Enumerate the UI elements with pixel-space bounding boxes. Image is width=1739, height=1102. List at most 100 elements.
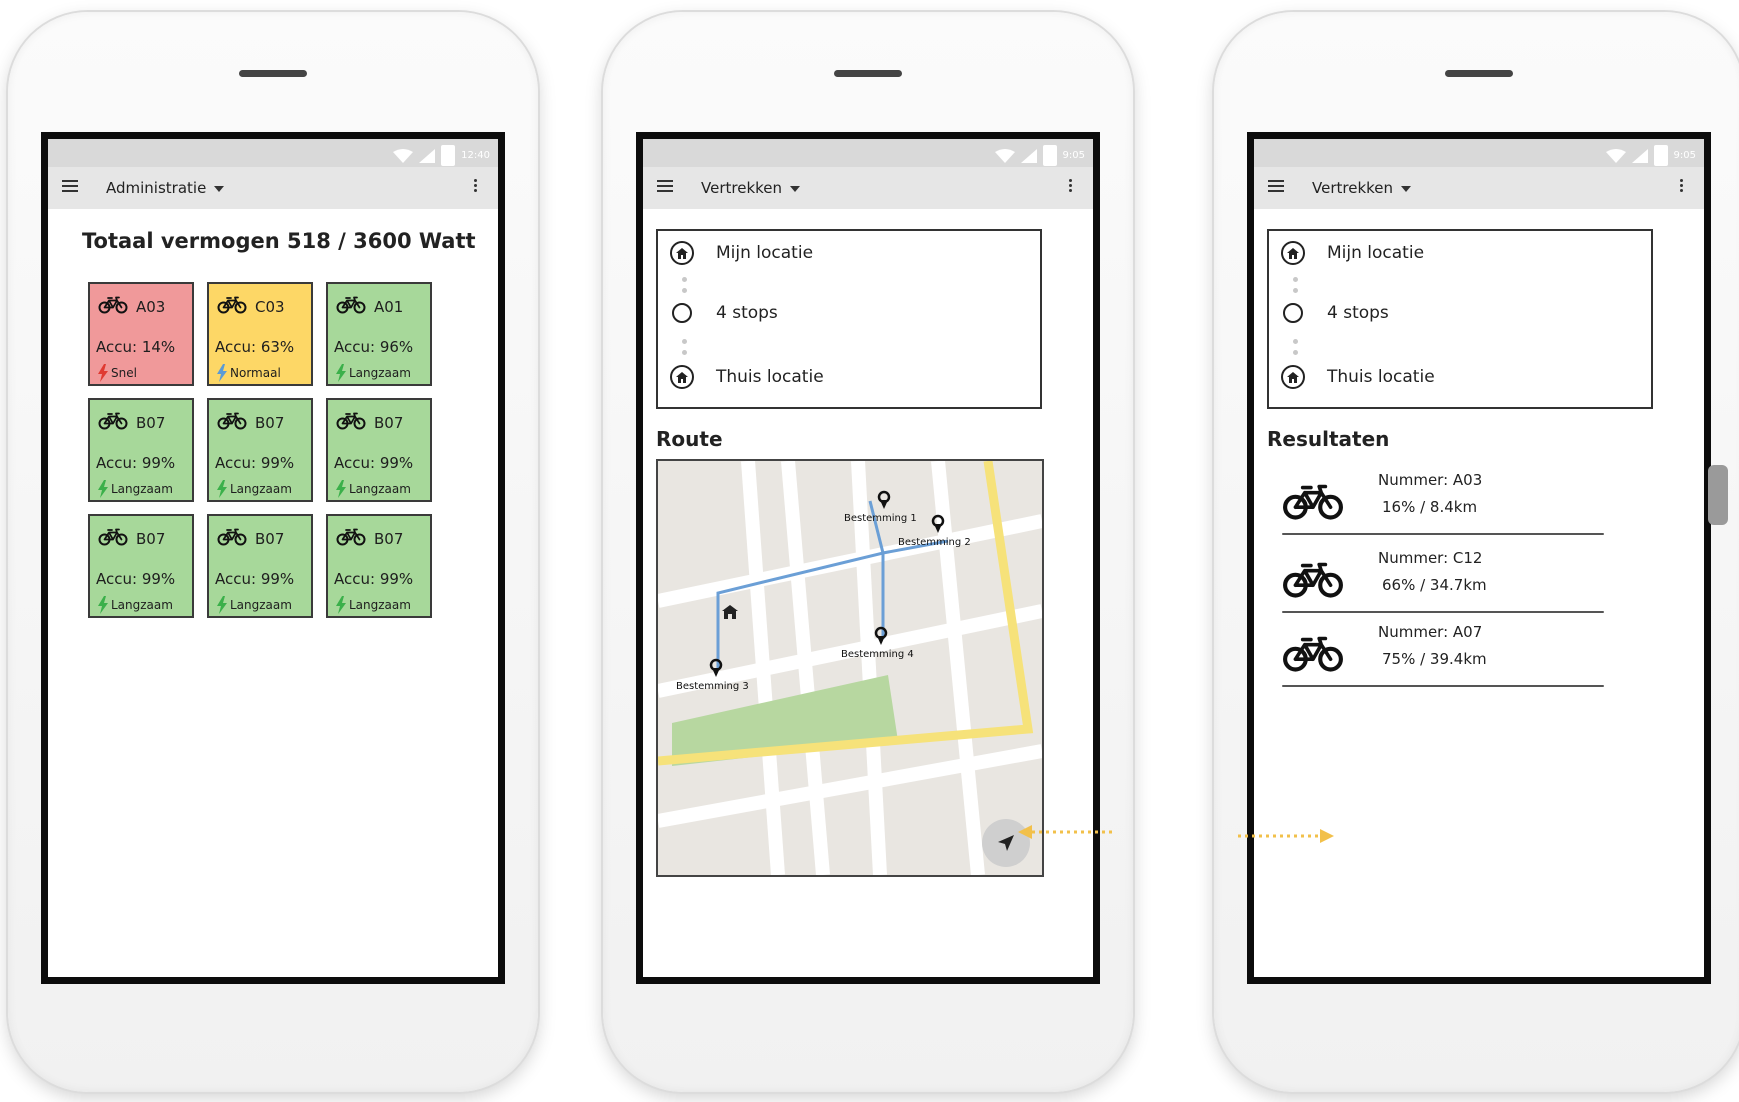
more-options-icon[interactable] [1680,179,1684,194]
lightning-bolt-icon [217,596,227,614]
bike-id: B07 [374,530,404,548]
charge-speed: Langzaam [111,482,173,496]
route-dots [1293,277,1298,299]
app-bar: Vertrekken [643,167,1093,209]
route-map[interactable]: Bestemming 1 Bestemming 2 Bestemming 3 B… [656,459,1044,877]
charge-speed: Langzaam [230,482,292,496]
bike-tile[interactable]: C03 Accu: 63% Normaal [207,282,313,386]
menu-title: Vertrekken [701,179,783,197]
hamburger-menu-icon[interactable] [62,180,78,193]
phone-vertrekken-route: 9:05 Vertrekken Mijn locatie 4 stops Thu… [603,12,1133,1092]
hamburger-menu-icon[interactable] [1268,180,1284,193]
more-options-icon[interactable] [1069,179,1073,194]
home-icon [670,241,694,265]
signal-icon [1631,148,1648,163]
stop-middle-label: 4 stops [716,303,778,323]
bike-id: C03 [255,298,285,316]
status-bar: 12:40 [48,139,498,167]
battery-level: Accu: 96% [334,338,414,356]
charge-speed: Snel [111,366,137,380]
bike-id: B07 [255,414,285,432]
stop-middle-label: 4 stops [1327,303,1389,323]
phone-side-button [1708,465,1728,525]
battery-level: Accu: 99% [334,570,414,588]
route-dots [682,339,687,361]
bike-grid: A03 Accu: 14% Snel C03 Accu: 63% Normaal… [88,282,438,618]
bike-tile[interactable]: B07 Accu: 99% Langzaam [207,398,313,502]
pin-label-1: Bestemming 1 [844,513,917,524]
more-options-icon[interactable] [474,179,478,194]
speaker-grille [1445,70,1513,77]
caret-down-icon [1401,185,1412,192]
bike-tile[interactable]: B07 Accu: 99% Langzaam [326,514,432,618]
signal-icon [1020,148,1037,163]
status-time: 9:05 [1062,150,1085,161]
charge-speed: Langzaam [349,482,411,496]
result-stats: 66% / 34.7km [1382,576,1487,594]
bike-id: B07 [374,414,404,432]
lightning-bolt-icon [336,596,346,614]
hamburger-menu-icon[interactable] [657,180,673,193]
stop-end-label: Thuis locatie [1327,367,1435,387]
lightning-bolt-icon [98,364,108,382]
divider [1282,611,1604,613]
home-icon [722,605,738,619]
battery-icon [441,145,456,166]
result-item[interactable]: Nummer: A03 16% / 8.4km [1282,471,1604,543]
bike-icon [336,528,366,550]
stop-start-label: Mijn locatie [1327,243,1425,263]
bike-tile[interactable]: B07 Accu: 99% Langzaam [88,514,194,618]
phone-vertrekken-resultaten: 9:05 Vertrekken Mijn locatie 4 stops Thu… [1214,12,1739,1092]
result-item[interactable]: Nummer: C12 66% / 34.7km [1282,549,1604,621]
phone-administratie: 12:40 Administratie Totaal vermogen 518 … [8,12,538,1092]
lightning-bolt-icon [217,480,227,498]
lightning-bolt-icon [336,364,346,382]
route-title: Route [656,427,723,451]
bike-tile[interactable]: B07 Accu: 99% Langzaam [88,398,194,502]
stop-circle-icon [672,303,692,323]
charge-speed: Langzaam [349,598,411,612]
app-bar: Administratie [48,167,498,209]
stop-start[interactable]: Mijn locatie [1281,241,1424,265]
home-icon [1281,241,1305,265]
stop-circle-icon [1283,303,1303,323]
lightning-bolt-icon [217,364,227,382]
status-time: 9:05 [1673,150,1696,161]
flow-arrow-left-icon [1018,824,1114,844]
stop-end[interactable]: Thuis locatie [670,365,824,389]
route-dots [1293,339,1298,361]
app-bar: Vertrekken [1254,167,1704,209]
divider [1282,533,1604,535]
signal-icon [419,148,436,163]
lightning-bolt-icon [98,480,108,498]
bike-icon [1282,635,1344,677]
bike-tile[interactable]: A01 Accu: 96% Langzaam [326,282,432,386]
bike-id: B07 [136,414,166,432]
menu-title: Administratie [106,179,207,197]
menu-dropdown[interactable]: Vertrekken [1312,179,1412,197]
bike-icon [1282,561,1344,603]
menu-dropdown[interactable]: Administratie [106,179,225,197]
battery-level: Accu: 99% [334,454,414,472]
stop-end[interactable]: Thuis locatie [1281,365,1435,389]
home-icon [670,365,694,389]
battery-icon [1042,145,1057,166]
result-item[interactable]: Nummer: A07 75% / 39.4km [1282,623,1604,695]
menu-dropdown[interactable]: Vertrekken [701,179,801,197]
bike-tile[interactable]: B07 Accu: 99% Langzaam [207,514,313,618]
stop-middle[interactable]: 4 stops [1281,303,1389,323]
charge-speed: Normaal [230,366,281,380]
stop-middle[interactable]: 4 stops [670,303,778,323]
stop-start[interactable]: Mijn locatie [670,241,813,265]
wifi-icon [994,148,1015,163]
battery-level: Accu: 99% [96,570,176,588]
result-number: Nummer: A03 [1378,471,1483,489]
speaker-grille [834,70,902,77]
bike-tile[interactable]: A03 Accu: 14% Snel [88,282,194,386]
screen-administratie: 12:40 Administratie Totaal vermogen 518 … [41,132,505,984]
stops-box: Mijn locatie 4 stops Thuis locatie [656,229,1042,409]
charge-speed: Langzaam [230,598,292,612]
bike-icon [336,296,366,318]
bike-tile[interactable]: B07 Accu: 99% Langzaam [326,398,432,502]
wifi-icon [1605,148,1626,163]
